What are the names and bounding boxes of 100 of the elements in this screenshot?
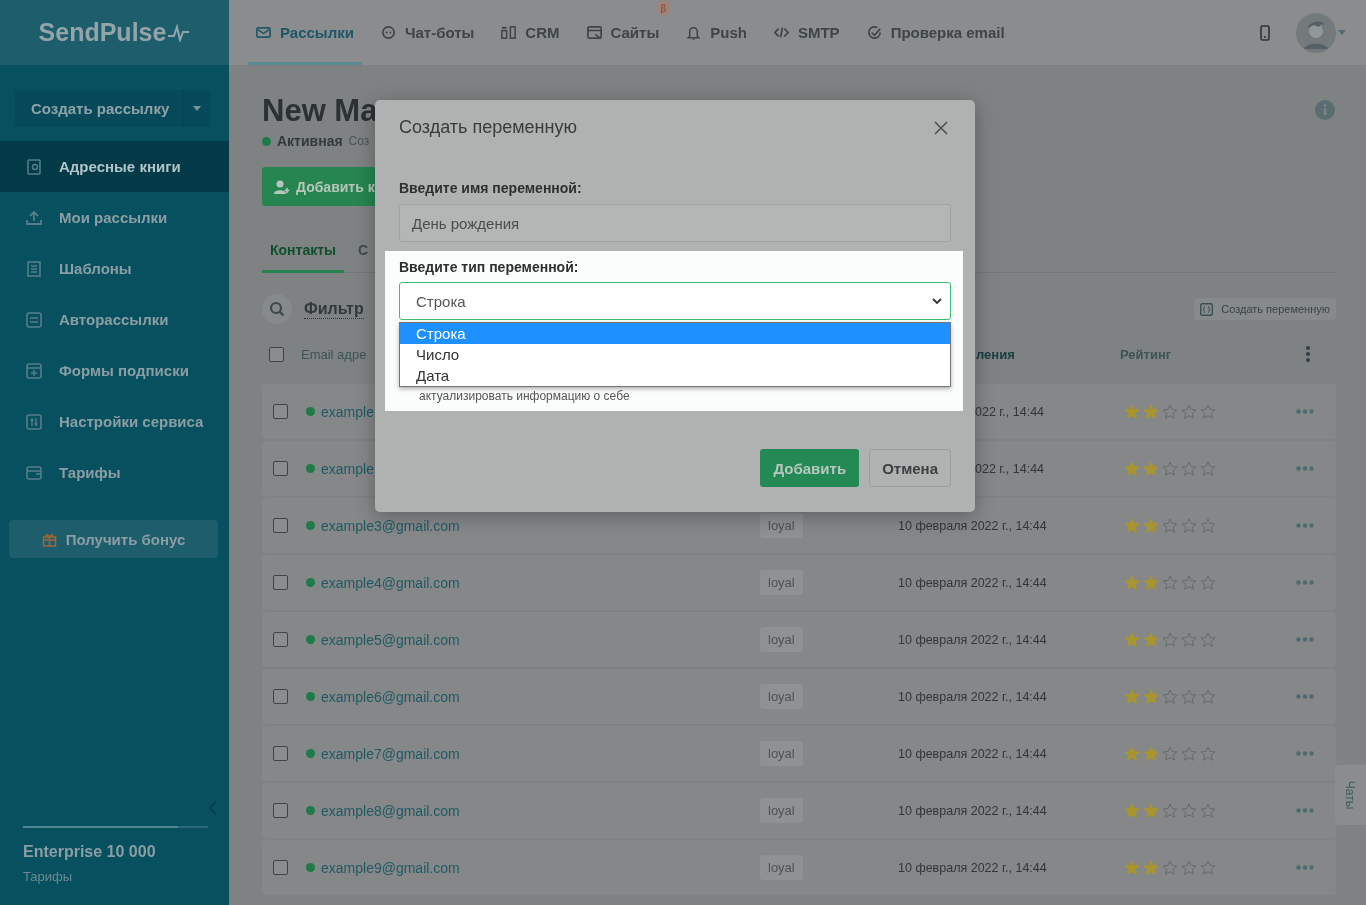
empty-star-icon[interactable] [1181,688,1197,705]
plan-link[interactable]: Тарифы [23,869,73,884]
filled-star-icon[interactable] [1124,517,1140,534]
email-link[interactable]: example7@gmail.com [321,745,460,762]
row-checkbox[interactable] [273,860,288,875]
sidebar-item[interactable]: Адресные книги [0,141,229,192]
more-icon[interactable] [1296,409,1314,414]
star-rating[interactable] [1124,460,1216,477]
select-all-checkbox[interactable] [269,346,284,362]
more-icon[interactable] [1296,751,1314,756]
more-icon[interactable] [1296,466,1314,471]
sidebar-item[interactable]: Шаблоны [0,243,229,294]
nav-tab[interactable]: Рассылки [248,0,362,65]
empty-star-icon[interactable] [1200,859,1216,876]
add-button[interactable]: Добавить [760,449,860,487]
empty-star-icon[interactable] [1200,460,1216,477]
email-link[interactable]: example [321,460,374,477]
empty-star-icon[interactable] [1181,574,1197,591]
contact-row[interactable]: example5@gmail.com loyal 10 февраля 2022 г., 14:44 [262,612,1336,667]
nav-tab[interactable]: Проверка email [858,0,1013,65]
row-checkbox[interactable] [273,632,288,647]
star-rating[interactable] [1124,802,1216,819]
more-icon[interactable] [1296,694,1314,699]
filled-star-icon[interactable] [1143,403,1159,420]
empty-star-icon[interactable] [1200,574,1216,591]
content-tab[interactable]: С [350,242,377,273]
chats-tab[interactable]: Чаты [1335,765,1366,825]
name-input-field[interactable]: День рождения [399,204,951,242]
sidebar-item[interactable]: Формы подписки [0,345,229,396]
search-icon[interactable] [262,294,292,324]
empty-star-icon[interactable] [1162,517,1178,534]
filled-star-icon[interactable] [1124,745,1140,762]
empty-star-icon[interactable] [1200,802,1216,819]
empty-star-icon[interactable] [1162,631,1178,648]
empty-star-icon[interactable] [1162,745,1178,762]
empty-star-icon[interactable] [1200,517,1216,534]
empty-star-icon[interactable] [1162,688,1178,705]
star-rating[interactable] [1124,688,1216,705]
column-header[interactable]: ления [976,346,1115,362]
filled-star-icon[interactable] [1124,403,1140,420]
contact-row[interactable]: example4@gmail.com loyal 10 февраля 2022 г., 14:44 [262,555,1336,610]
filled-star-icon[interactable] [1124,859,1140,876]
add-contacts-button[interactable]: Добавить к [262,167,375,206]
nav-tab[interactable]: Чат-боты [372,0,483,65]
filled-star-icon[interactable] [1124,574,1140,591]
row-checkbox[interactable] [273,404,288,419]
sidebar-item[interactable]: Настройки сервиса [0,396,229,447]
column-header[interactable]: Рейтинг [1120,346,1275,362]
filled-star-icon[interactable] [1124,460,1140,477]
empty-star-icon[interactable] [1181,859,1197,876]
email-link[interactable]: example9@gmail.com [321,859,460,876]
star-rating[interactable] [1124,517,1216,534]
row-checkbox[interactable] [273,518,288,533]
empty-star-icon[interactable] [1162,802,1178,819]
cancel-button[interactable]: Отмена [869,449,951,487]
row-checkbox[interactable] [273,461,288,476]
filled-star-icon[interactable] [1124,631,1140,648]
empty-star-icon[interactable] [1162,574,1178,591]
row-checkbox[interactable] [273,803,288,818]
row-checkbox[interactable] [273,689,288,704]
dropdown-option[interactable]: Число [400,344,950,365]
more-icon[interactable] [1296,808,1314,813]
filled-star-icon[interactable] [1124,688,1140,705]
empty-star-icon[interactable] [1200,631,1216,648]
empty-star-icon[interactable] [1162,403,1178,420]
filled-star-icon[interactable] [1143,745,1159,762]
nav-tab[interactable]: CRM [493,0,568,65]
phone-icon[interactable] [1259,24,1271,41]
filled-star-icon[interactable] [1143,688,1159,705]
create-campaign-button[interactable]: Создать рассылку [15,90,210,127]
more-icon[interactable] [1296,580,1314,585]
contact-row[interactable]: example8@gmail.com loyal 10 февраля 2022 г., 14:44 [262,783,1336,838]
more-icon[interactable] [1296,865,1314,870]
caret-icon[interactable] [193,106,201,111]
filled-star-icon[interactable] [1143,460,1159,477]
email-link[interactable]: example8@gmail.com [321,802,460,819]
star-rating[interactable] [1124,859,1216,876]
filled-star-icon[interactable] [1143,802,1159,819]
star-rating[interactable] [1124,631,1216,648]
empty-star-icon[interactable] [1200,745,1216,762]
filled-star-icon[interactable] [1143,631,1159,648]
star-rating[interactable] [1124,403,1216,420]
sidebar-item[interactable]: Тарифы [0,447,229,498]
filled-star-icon[interactable] [1143,574,1159,591]
bonus-button[interactable]: Получить бонус [9,520,218,558]
star-rating[interactable] [1124,574,1216,591]
more-icon[interactable] [1296,523,1314,528]
email-link[interactable]: example4@gmail.com [321,574,460,591]
empty-star-icon[interactable] [1181,403,1197,420]
empty-star-icon[interactable] [1181,802,1197,819]
type-select[interactable]: Строка [399,282,951,320]
contact-row[interactable]: example6@gmail.com loyal 10 февраля 2022 г., 14:44 [262,669,1336,724]
email-link[interactable]: example3@gmail.com [321,517,460,534]
collapse-chevron-icon[interactable] [208,800,218,816]
create-variable-button[interactable]: Создать переменную [1194,298,1336,320]
filter-link[interactable]: Фильтр [304,299,364,319]
star-rating[interactable] [1124,745,1216,762]
email-link[interactable]: example [321,403,374,420]
dropdown-option[interactable]: Строка [400,323,950,344]
contact-row[interactable]: example7@gmail.com loyal 10 февраля 2022 г., 14:44 [262,726,1336,781]
